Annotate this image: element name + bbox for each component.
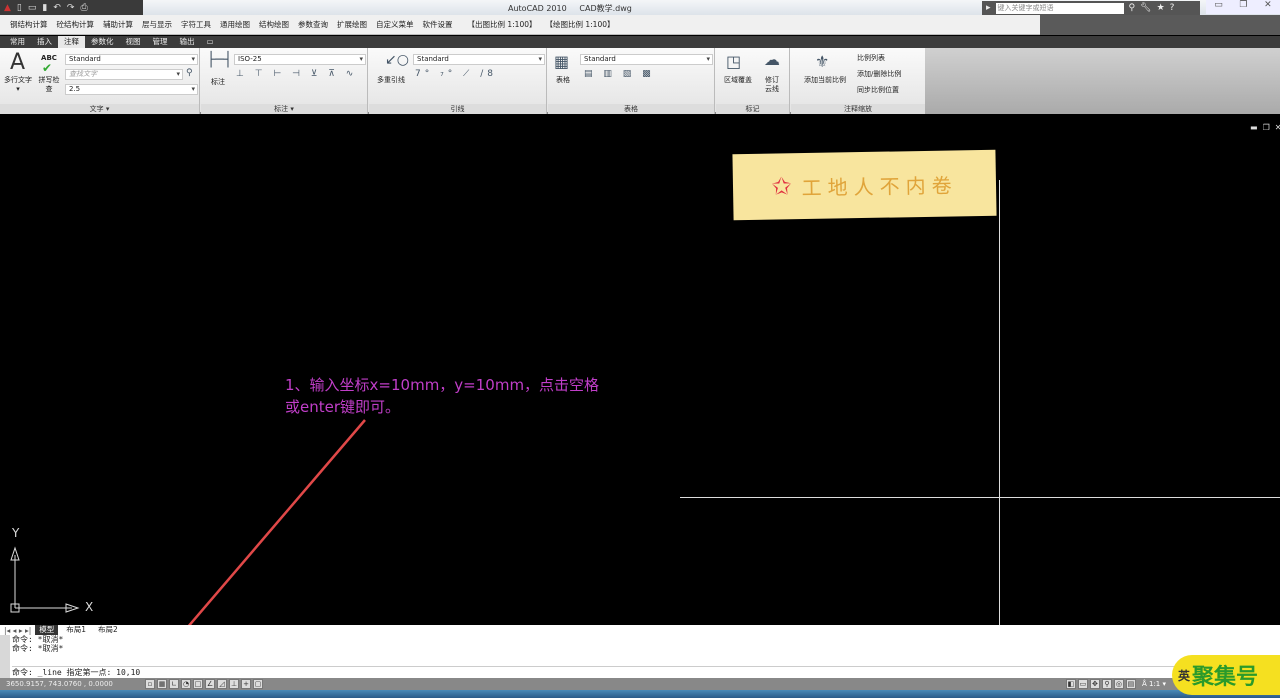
- tab-model[interactable]: 模型: [35, 625, 59, 635]
- dyn-icon[interactable]: ⊥: [229, 679, 239, 689]
- command-history-line: 命令: *取消*: [12, 635, 64, 644]
- tab-nav-icons[interactable]: |◂ ◂ ▸ ▸|: [4, 626, 31, 635]
- tab-layout2[interactable]: 布局2: [94, 625, 122, 635]
- watermark-logo: 英聚集号: [1172, 655, 1280, 695]
- coordinates-readout: 3650.9157, 743.0760 , 0.0000: [6, 680, 113, 688]
- ortho-icon[interactable]: ∟: [169, 679, 179, 689]
- scale-value: 1:1: [1148, 680, 1161, 688]
- zoom-icon[interactable]: ⚲: [1101, 679, 1112, 689]
- annotation-scale[interactable]: Å 1:1 ▾: [1142, 680, 1166, 688]
- command-input[interactable]: 命令: _line 指定第一点: 10,10: [12, 666, 1272, 677]
- model-icon[interactable]: ◧: [1065, 679, 1076, 689]
- osnap-icon[interactable]: □: [193, 679, 203, 689]
- showmotion-icon[interactable]: ▤: [1125, 679, 1136, 689]
- arrow-overlay: [10, 419, 366, 650]
- polar-icon[interactable]: ◔: [181, 679, 191, 689]
- grid-icon[interactable]: ▦: [157, 679, 167, 689]
- status-bar: 3650.9157, 743.0760 , 0.0000 ▫ ▦ ∟ ◔ □ ∠…: [0, 678, 1280, 690]
- ducs-icon[interactable]: ◿: [217, 679, 227, 689]
- snap-icon[interactable]: ▫: [145, 679, 155, 689]
- steering-wheel-icon[interactable]: ◎: [1113, 679, 1124, 689]
- lineweight-icon[interactable]: +: [241, 679, 251, 689]
- red-arrow: [174, 419, 366, 643]
- layout-tabs: |◂ ◂ ▸ ▸| 模型 布局1 布局2: [0, 625, 1280, 635]
- command-history-line: 命令: *取消*: [12, 644, 64, 653]
- pan-icon[interactable]: ✥: [1089, 679, 1100, 689]
- otrack-icon[interactable]: ∠: [205, 679, 215, 689]
- taskbar: [0, 690, 1280, 698]
- ucs-x-label: X: [85, 600, 94, 614]
- ucs-icon: [10, 546, 80, 613]
- ucs-y-label: Y: [12, 526, 20, 540]
- tab-layout1[interactable]: 布局1: [62, 625, 90, 635]
- command-window[interactable]: 命令: *取消* 命令: *取消* 命令: _line 指定第一点: 10,10: [0, 635, 1280, 678]
- qp-icon[interactable]: ▢: [253, 679, 263, 689]
- layout-icon[interactable]: ▭: [1077, 679, 1088, 689]
